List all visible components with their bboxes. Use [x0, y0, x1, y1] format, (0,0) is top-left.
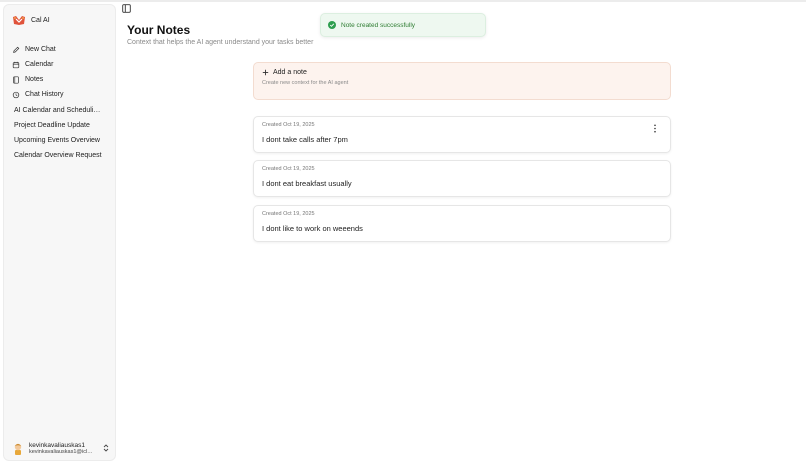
pencil-icon — [13, 46, 20, 53]
history-item[interactable]: Upcoming Events Overview — [14, 133, 109, 148]
top-divider — [0, 0, 806, 2]
sidebar-item-label: Chat History — [25, 91, 64, 98]
sidebar-item-new-chat[interactable]: New Chat — [12, 42, 64, 57]
calendar-icon — [12, 61, 20, 68]
toast-message: Note created successfully — [341, 21, 416, 29]
note-date: Created Oct 19, 2025 — [262, 122, 315, 128]
history-item[interactable]: AI Calendar and Scheduli… — [14, 103, 109, 118]
user-info: kevinkavaliauskas1 kevinkavaliauskas1@ic… — [29, 442, 97, 455]
add-note-title: Add a note — [273, 69, 307, 76]
history-icon — [12, 91, 20, 98]
sidebar-nav: New Chat Calendar Notes Chat History — [12, 42, 64, 102]
add-note-title-row: Add a note — [262, 69, 307, 76]
sidebar-toggle-icon[interactable] — [122, 4, 131, 13]
sidebar-item-chat-history[interactable]: Chat History — [12, 87, 64, 102]
check-circle-icon — [328, 21, 336, 29]
sidebar-item-calendar[interactable]: Calendar — [12, 57, 64, 72]
sidebar-item-label: Calendar — [25, 61, 54, 68]
note-card[interactable]: Created Oct 19, 2025 I dont like to work… — [253, 205, 671, 242]
page-subtitle: Context that helps the AI agent understa… — [127, 39, 314, 46]
plus-icon — [262, 69, 269, 76]
sidebar: Cal AI New Chat Calendar Notes Chat Hist… — [3, 4, 116, 461]
note-text: I dont take calls after 7pm — [262, 135, 348, 144]
cal-ai-logo-icon — [13, 16, 25, 25]
add-note-button[interactable]: Add a note Create new context for the AI… — [253, 62, 671, 100]
note-card[interactable]: Created Oct 19, 2025 I dont eat breakfas… — [253, 160, 671, 197]
page-title: Your Notes — [127, 23, 191, 37]
note-card[interactable]: Created Oct 19, 2025 I dont take calls a… — [253, 116, 671, 153]
chevron-up-down-icon[interactable] — [102, 443, 110, 453]
note-text: I dont eat breakfast usually — [262, 179, 352, 188]
avatar — [14, 443, 22, 455]
sidebar-item-label: New Chat — [25, 46, 56, 53]
sidebar-item-label: Notes — [25, 76, 44, 83]
notebook-icon — [13, 75, 19, 84]
note-date: Created Oct 19, 2025 — [262, 211, 315, 217]
note-date: Created Oct 19, 2025 — [262, 166, 315, 172]
success-toast: Note created successfully — [320, 13, 486, 37]
chat-history-list: AI Calendar and Scheduli… Project Deadli… — [14, 103, 109, 163]
sidebar-item-notes[interactable]: Notes — [12, 72, 64, 87]
user-email: kevinkavaliauskas1@icl… — [29, 448, 93, 455]
more-vertical-icon[interactable] — [653, 124, 657, 133]
user-name: kevinkavaliauskas1 — [29, 441, 86, 449]
history-item[interactable]: Calendar Overview Request — [14, 148, 109, 163]
add-note-subtitle: Create new context for the AI agent — [262, 80, 349, 86]
history-item[interactable]: Project Deadline Update — [14, 118, 109, 133]
app-name: Cal AI — [31, 17, 50, 24]
brand[interactable]: Cal AI — [12, 15, 50, 26]
note-text: I dont like to work on weeends — [262, 224, 363, 233]
user-menu[interactable]: kevinkavaliauskas1 kevinkavaliauskas1@ic… — [12, 437, 112, 459]
